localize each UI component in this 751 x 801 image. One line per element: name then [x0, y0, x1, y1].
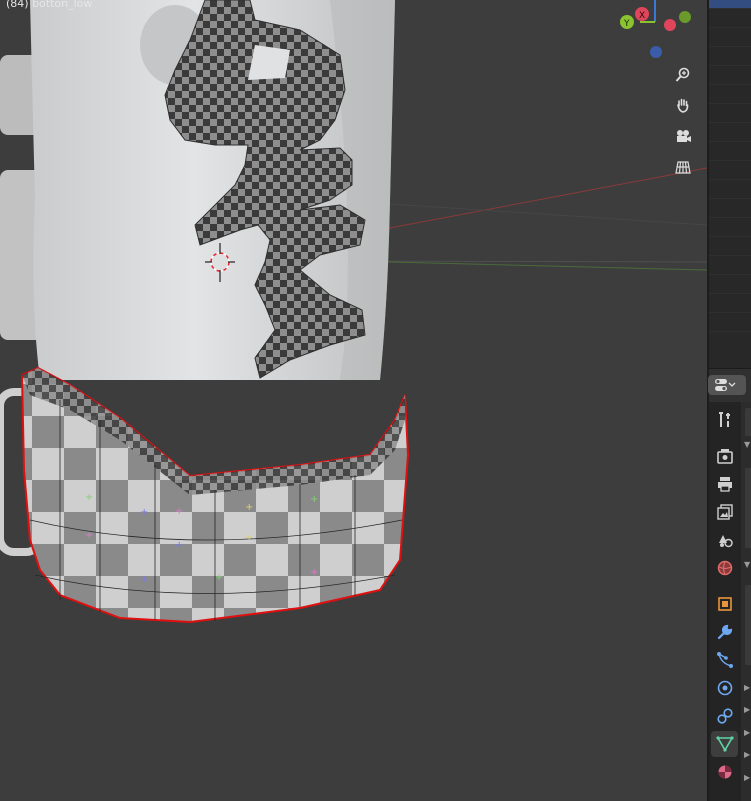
outliner-row[interactable] [709, 9, 751, 28]
panel-expand-arrow[interactable]: ▼ [744, 560, 750, 569]
svg-text:+: + [310, 494, 318, 505]
outliner-row[interactable] [709, 199, 751, 218]
render-icon [716, 449, 733, 464]
outliner-row[interactable] [709, 66, 751, 85]
perspective-toggle-button[interactable] [671, 155, 695, 179]
svg-text:+: + [215, 572, 223, 583]
outliner-row[interactable] [709, 123, 751, 142]
view-layer-icon [716, 504, 733, 520]
outliner-row[interactable] [709, 256, 751, 275]
properties-panel[interactable] [745, 468, 751, 548]
outliner-row[interactable] [709, 275, 751, 294]
zoom-button[interactable] [671, 63, 695, 87]
editor-type-dropdown[interactable] [708, 375, 746, 395]
svg-text:+: + [175, 540, 183, 551]
object-info-label: (84) botton_low [6, 0, 93, 10]
panel-collapse-arrow[interactable]: ▶ [744, 728, 750, 737]
gizmo-x-label: X [639, 11, 645, 21]
outliner-row[interactable] [709, 142, 751, 161]
tab-constraints[interactable] [711, 703, 738, 729]
outliner-row[interactable] [709, 294, 751, 313]
outliner-row[interactable] [709, 237, 751, 256]
properties-panel[interactable] [745, 585, 751, 665]
outliner-row[interactable] [709, 85, 751, 104]
magnifier-plus-icon [675, 67, 690, 82]
tab-data[interactable] [711, 731, 738, 757]
tab-scene[interactable] [711, 527, 738, 553]
world-icon [717, 560, 732, 576]
svg-text:+: + [175, 506, 183, 517]
outliner-row[interactable] [709, 161, 751, 180]
panel-expand-arrow[interactable]: ▼ [744, 440, 750, 449]
svg-text:+: + [140, 574, 148, 585]
properties-panel[interactable] [745, 408, 751, 436]
navigation-gizmo[interactable]: X Y [610, 0, 700, 60]
svg-text:+: + [85, 492, 93, 503]
particles-icon [716, 652, 733, 668]
wrench-icon [717, 624, 732, 640]
physics-icon [717, 680, 732, 696]
outliner-row[interactable] [709, 313, 751, 332]
tool-icon [718, 412, 730, 427]
object-icon [717, 597, 732, 611]
tab-material[interactable] [711, 759, 738, 785]
mesh-data-icon [715, 736, 734, 752]
camera-icon [677, 130, 691, 142]
svg-text:+: + [310, 567, 318, 578]
svg-text:+: + [140, 507, 148, 518]
tab-particles[interactable] [711, 647, 738, 673]
3d-viewport[interactable]: + + + + + + + + + + + (84) botton_low X … [0, 0, 707, 801]
tab-render[interactable] [711, 443, 738, 469]
panel-collapse-arrow[interactable]: ▶ [744, 705, 750, 714]
tab-physics[interactable] [711, 675, 738, 701]
tab-modifiers[interactable] [711, 619, 738, 645]
hand-icon [677, 98, 689, 113]
gizmo-neg-y-ball [679, 11, 691, 23]
pan-button[interactable] [671, 93, 695, 117]
outliner-panel[interactable] [709, 0, 751, 368]
output-icon [717, 477, 732, 492]
tab-world[interactable] [711, 555, 738, 581]
outliner-row[interactable] [709, 218, 751, 237]
scene-icon [718, 535, 733, 548]
panel-collapse-arrow[interactable]: ▶ [744, 750, 750, 759]
svg-text:+: + [245, 502, 253, 513]
logo-hole [248, 45, 290, 80]
outliner-row[interactable] [709, 104, 751, 123]
svg-text:+: + [85, 530, 93, 541]
svg-text:+: + [245, 532, 253, 543]
tab-object[interactable] [711, 591, 738, 617]
camera-view-button[interactable] [671, 124, 695, 148]
tab-view-layer[interactable] [711, 499, 738, 525]
panel-collapse-arrow[interactable]: ▶ [744, 683, 750, 692]
constraints-icon [716, 708, 733, 724]
tab-tool[interactable] [711, 407, 738, 433]
outliner-row[interactable] [709, 47, 751, 66]
viewport-scene[interactable]: + + + + + + + + + + + [0, 0, 707, 801]
properties-editor-icon [715, 379, 736, 391]
outliner-row-selected[interactable] [709, 0, 751, 9]
grid-icon [675, 161, 691, 174]
outliner-row[interactable] [709, 180, 751, 199]
material-icon [718, 765, 731, 779]
gizmo-neg-z-ball [650, 46, 662, 58]
gizmo-y-label: Y [623, 19, 630, 29]
gizmo-neg-x-ball [664, 19, 676, 31]
panel-collapse-arrow[interactable]: ▶ [744, 773, 750, 782]
outliner-row[interactable] [709, 28, 751, 47]
tab-output[interactable] [711, 471, 738, 497]
